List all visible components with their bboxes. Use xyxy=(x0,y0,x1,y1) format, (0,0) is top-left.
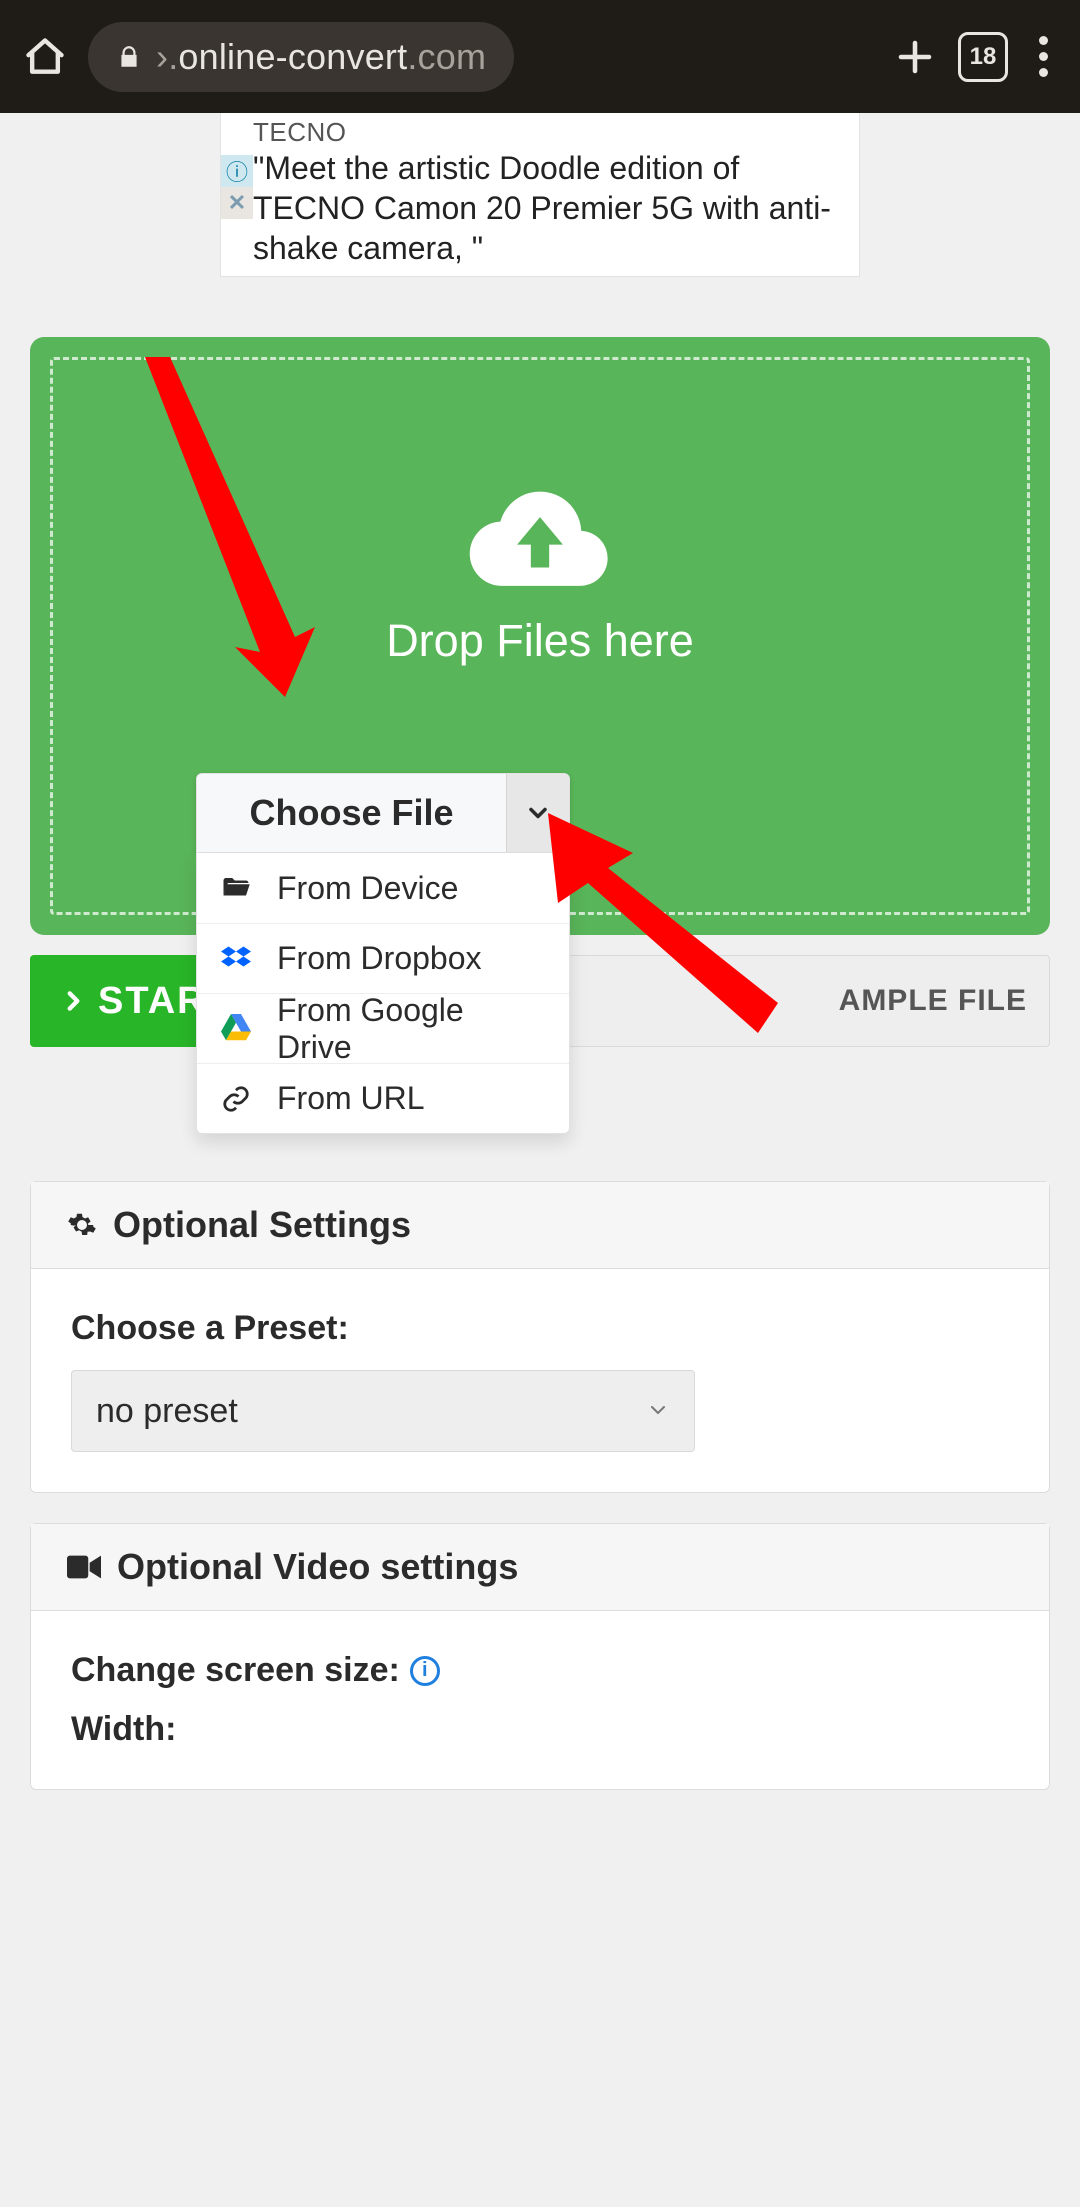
lock-icon xyxy=(116,44,142,70)
link-icon xyxy=(219,1084,253,1114)
dropbox-icon xyxy=(219,944,253,974)
example-file-label: AMPLE FILE xyxy=(839,984,1027,1018)
folder-open-icon xyxy=(219,873,253,903)
preset-value: no preset xyxy=(96,1392,238,1431)
menu-item-label: From Device xyxy=(277,870,458,907)
menu-item-label: From Dropbox xyxy=(277,940,482,977)
chevron-right-icon xyxy=(60,988,86,1014)
video-icon xyxy=(67,1552,101,1582)
ad-close-icon[interactable]: ✕ xyxy=(221,187,253,219)
choose-file-menu: From Device From Dropbox From Google Dri… xyxy=(196,853,570,1134)
optional-video-settings-title: Optional Video settings xyxy=(117,1546,518,1588)
overflow-menu-icon[interactable] xyxy=(1026,32,1060,82)
menu-item-from-dropbox[interactable]: From Dropbox xyxy=(197,923,569,993)
google-drive-icon xyxy=(219,1014,253,1044)
ad-banner[interactable]: ⓘ ✕ TECNO "Meet the artistic Doodle edit… xyxy=(220,113,860,277)
dropzone-text: Drop Files here xyxy=(386,615,694,667)
page: ⓘ ✕ TECNO "Meet the artistic Doodle edit… xyxy=(0,113,1080,1790)
optional-settings-title: Optional Settings xyxy=(113,1204,411,1246)
url-text: ›.online-convert.com xyxy=(156,36,486,78)
choose-file-split-button: Choose File xyxy=(196,773,570,853)
cloud-upload-icon xyxy=(465,485,615,595)
info-icon[interactable]: i xyxy=(410,1656,440,1686)
choose-file-button[interactable]: Choose File xyxy=(197,774,507,852)
ad-brand: TECNO xyxy=(253,117,851,148)
browser-chrome: ›.online-convert.com 18 xyxy=(0,0,1080,113)
home-icon[interactable] xyxy=(20,32,70,82)
ad-info-icon[interactable]: ⓘ xyxy=(221,155,253,187)
preset-label: Choose a Preset: xyxy=(71,1309,1009,1348)
chevron-down-icon xyxy=(524,799,552,827)
optional-video-settings-header[interactable]: Optional Video settings xyxy=(31,1524,1049,1611)
url-bar[interactable]: ›.online-convert.com xyxy=(88,22,514,92)
choose-file-caret[interactable] xyxy=(507,774,569,852)
menu-item-from-google-drive[interactable]: From Google Drive xyxy=(197,993,569,1063)
ad-copy: "Meet the artistic Doodle edition of TEC… xyxy=(253,148,851,268)
menu-item-label: From Google Drive xyxy=(277,992,547,1066)
menu-item-label: From URL xyxy=(277,1080,425,1117)
example-file-button[interactable]: AMPLE FILE xyxy=(550,955,1050,1047)
gear-icon xyxy=(67,1210,97,1240)
chevron-down-icon xyxy=(646,1392,670,1431)
optional-settings-card: Optional Settings Choose a Preset: no pr… xyxy=(30,1181,1050,1493)
optional-video-settings-card: Optional Video settings Change screen si… xyxy=(30,1523,1050,1790)
width-label: Width: xyxy=(71,1710,176,1749)
optional-settings-header[interactable]: Optional Settings xyxy=(31,1182,1049,1269)
preset-select[interactable]: no preset xyxy=(71,1370,695,1452)
new-tab-icon[interactable] xyxy=(890,32,940,82)
tab-count[interactable]: 18 xyxy=(958,32,1008,82)
menu-item-from-device[interactable]: From Device xyxy=(197,853,569,923)
screen-size-label: Change screen size: xyxy=(71,1651,400,1690)
menu-item-from-url[interactable]: From URL xyxy=(197,1063,569,1133)
